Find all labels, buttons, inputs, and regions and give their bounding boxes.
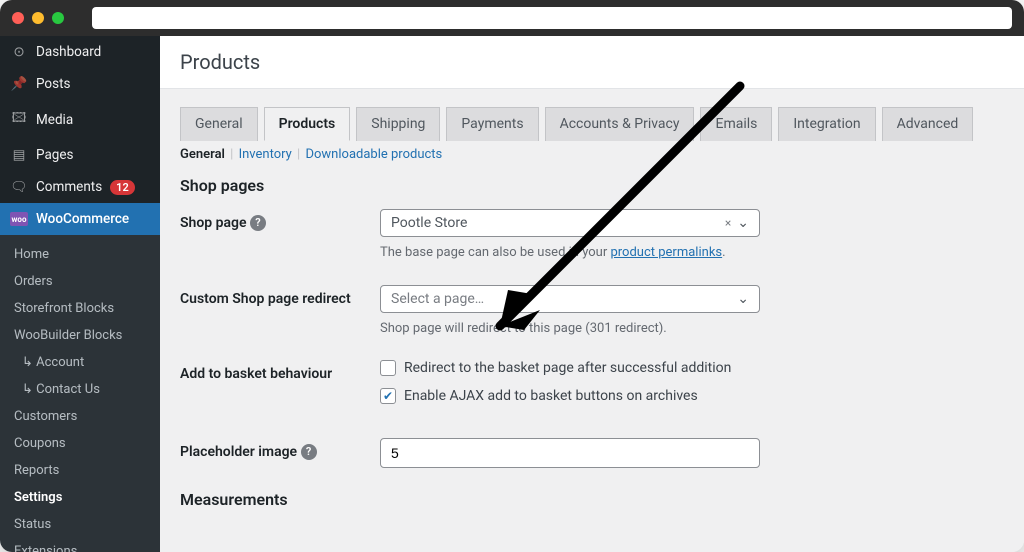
sidebar: ⊙ Dashboard 📌 Posts 🖾 Media ▤ Pages 🗨 Comment… <box>0 36 160 552</box>
pin-icon: 📌 <box>10 76 28 92</box>
minimize-window-icon[interactable] <box>32 12 44 24</box>
sidebar-sub-extensions[interactable]: Extensions <box>0 538 160 552</box>
tab-emails[interactable]: Emails <box>700 107 772 141</box>
chevron-down-icon: ⌄ <box>737 291 749 307</box>
sidebar-item-label: Dashboard <box>36 44 101 60</box>
sidebar-sub-woobuilder-blocks[interactable]: WooBuilder Blocks <box>0 322 160 349</box>
page-title: Products <box>160 36 1024 89</box>
subtab-general[interactable]: General <box>180 147 225 162</box>
section-measurements: Measurements <box>180 490 1004 509</box>
dashboard-icon: ⊙ <box>10 44 28 60</box>
comment-icon: 🗨 <box>10 179 28 195</box>
url-bar[interactable] <box>92 7 1012 29</box>
tab-accounts-privacy[interactable]: Accounts & Privacy <box>545 107 695 141</box>
custom-redirect-placeholder: Select a page… <box>391 291 484 307</box>
clear-icon[interactable]: × <box>725 216 731 230</box>
ajax-basket-checkbox-row[interactable]: Enable AJAX add to basket buttons on arc… <box>380 388 800 404</box>
sidebar-item-label: WooCommerce <box>36 211 129 227</box>
sidebar-sub-orders[interactable]: Orders <box>0 268 160 295</box>
comments-badge: 12 <box>110 180 135 195</box>
sidebar-sub-settings[interactable]: Settings <box>0 484 160 511</box>
settings-tabs: General Products Shipping Payments Accou… <box>180 107 1004 141</box>
custom-redirect-desc: Shop page will redirect to this page (30… <box>380 319 800 339</box>
sidebar-item-media[interactable]: 🖾 Media <box>0 100 160 139</box>
tab-general[interactable]: General <box>180 107 258 141</box>
ajax-basket-label: Enable AJAX add to basket buttons on arc… <box>404 388 698 404</box>
sidebar-sub-home[interactable]: Home <box>0 241 160 268</box>
sidebar-sub-account[interactable]: ↳ Account <box>0 349 160 376</box>
tab-shipping[interactable]: Shipping <box>356 107 440 141</box>
sidebar-item-pages[interactable]: ▤ Pages <box>0 139 160 171</box>
sidebar-sub-storefront-blocks[interactable]: Storefront Blocks <box>0 295 160 322</box>
sidebar-sub-status[interactable]: Status <box>0 511 160 538</box>
sidebar-sub-reports[interactable]: Reports <box>0 457 160 484</box>
custom-redirect-select[interactable]: Select a page… ⌄ <box>380 285 760 313</box>
help-icon[interactable]: ? <box>301 444 317 460</box>
placeholder-image-input[interactable] <box>380 438 760 468</box>
sidebar-item-posts[interactable]: 📌 Posts <box>0 68 160 100</box>
woocommerce-submenu: Home Orders Storefront Blocks WooBuilder… <box>0 235 160 552</box>
sidebar-item-dashboard[interactable]: ⊙ Dashboard <box>0 36 160 68</box>
tab-products[interactable]: Products <box>264 107 351 141</box>
redirect-basket-label: Redirect to the basket page after succes… <box>404 360 731 376</box>
shop-page-label: Shop page <box>180 215 247 231</box>
maximize-window-icon[interactable] <box>52 12 64 24</box>
help-icon[interactable]: ? <box>250 215 266 231</box>
pages-icon: ▤ <box>10 147 28 163</box>
section-shop-pages: Shop pages <box>180 176 1004 195</box>
tab-advanced[interactable]: Advanced <box>882 107 974 141</box>
add-to-basket-label: Add to basket behaviour <box>180 366 332 382</box>
checkbox-unchecked-icon[interactable] <box>380 360 396 376</box>
tab-integration[interactable]: Integration <box>778 107 875 141</box>
sidebar-item-label: Media <box>36 112 73 128</box>
woocommerce-icon: woo <box>10 212 28 226</box>
shop-page-value: Pootle Store <box>391 215 467 231</box>
titlebar <box>0 0 1024 36</box>
checkbox-checked-icon[interactable] <box>380 388 396 404</box>
main-content: Products General Products Shipping Payme… <box>160 36 1024 552</box>
sidebar-sub-customers[interactable]: Customers <box>0 403 160 430</box>
media-icon: 🖾 <box>10 108 28 131</box>
tab-payments[interactable]: Payments <box>446 107 538 141</box>
sidebar-item-label: Posts <box>36 76 70 92</box>
shop-page-select[interactable]: Pootle Store × ⌄ <box>380 209 760 237</box>
sidebar-item-label: Comments <box>36 179 102 195</box>
settings-subtabs: General | Inventory | Downloadable produ… <box>180 147 1004 162</box>
sidebar-sub-coupons[interactable]: Coupons <box>0 430 160 457</box>
placeholder-image-label: Placeholder image <box>180 444 297 460</box>
shop-page-desc: The base page can also be used in your p… <box>380 243 800 263</box>
sidebar-item-label: Pages <box>36 147 74 163</box>
sidebar-item-woocommerce[interactable]: woo WooCommerce <box>0 203 160 235</box>
product-permalinks-link[interactable]: product permalinks <box>610 245 722 260</box>
sidebar-item-comments[interactable]: 🗨 Comments 12 <box>0 171 160 203</box>
custom-redirect-label: Custom Shop page redirect <box>180 291 351 307</box>
sidebar-sub-contact-us[interactable]: ↳ Contact Us <box>0 376 160 403</box>
subtab-downloadable[interactable]: Downloadable products <box>305 147 442 162</box>
subtab-inventory[interactable]: Inventory <box>239 147 292 162</box>
redirect-basket-checkbox-row[interactable]: Redirect to the basket page after succes… <box>380 360 800 376</box>
close-window-icon[interactable] <box>12 12 24 24</box>
chevron-down-icon: ⌄ <box>737 215 749 231</box>
